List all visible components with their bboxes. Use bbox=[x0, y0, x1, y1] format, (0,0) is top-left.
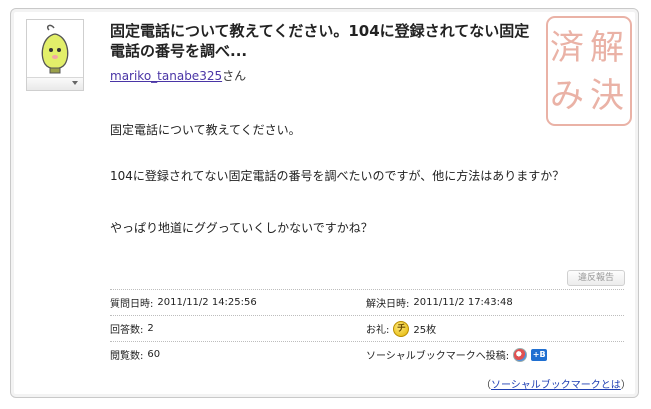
asked-label: 質問日時: bbox=[110, 299, 154, 310]
question-title: 固定電話について教えてください。104に登録されてない固定電話の番号を調べ... bbox=[110, 22, 530, 60]
stamp-char-3: 済 bbox=[550, 28, 584, 68]
reward-label: お礼: bbox=[366, 325, 390, 336]
asked-datetime: 質問日時: 2011/11/2 14:25:56 bbox=[110, 290, 257, 315]
asker-suffix: さん bbox=[222, 69, 247, 83]
bookmark-help-close: ） bbox=[620, 380, 631, 391]
stamp-char-1: 解 bbox=[590, 28, 624, 68]
bookmark-help-link[interactable]: ソーシャルブックマークとは bbox=[491, 380, 621, 391]
asker: mariko_tanabe325さん bbox=[110, 67, 246, 84]
bookmark-label: ソーシャルブックマークへ投稿: bbox=[366, 351, 510, 362]
chevron-down-icon bbox=[72, 81, 78, 85]
report-button[interactable]: 違反報告 bbox=[567, 270, 625, 286]
asker-link[interactable]: mariko_tanabe325 bbox=[110, 69, 222, 83]
body-line-3: やっぱり地道にググっていくしかないですかね？ bbox=[110, 221, 373, 235]
reward-value: 25枚 bbox=[413, 325, 437, 336]
resolved-datetime: 解決日時: 2011/11/2 17:43:48 bbox=[366, 290, 513, 315]
view-count: 閲覧数: 60 bbox=[110, 342, 160, 367]
reward: お礼: チ 25枚 bbox=[366, 316, 436, 341]
body-line-1: 固定電話について教えてください。 bbox=[110, 123, 301, 137]
resolved-stamp: 解 決 済 み bbox=[546, 16, 632, 126]
question-card: 固定電話について教えてください。104に登録されてない固定電話の番号を調べ...… bbox=[10, 8, 639, 398]
question-info-table: 質問日時: 2011/11/2 14:25:56 解決日時: 2011/11/2… bbox=[110, 289, 624, 367]
info-row-answers: 回答数: 2 お礼: チ 25枚 bbox=[110, 316, 624, 342]
social-bookmark: ソーシャルブックマークへ投稿: +B bbox=[366, 342, 548, 367]
stamp-char-4: み bbox=[550, 76, 584, 116]
stamp-char-2: 決 bbox=[590, 76, 624, 116]
answer-count: 回答数: 2 bbox=[110, 316, 154, 341]
asked-value: 2011/11/2 14:25:56 bbox=[157, 297, 257, 308]
bookmark-help-open: （ bbox=[481, 380, 491, 391]
avatar-dropdown[interactable] bbox=[27, 77, 83, 90]
resolved-label: 解決日時: bbox=[366, 299, 410, 310]
info-row-views: 閲覧数: 60 ソーシャルブックマークへ投稿: +B bbox=[110, 342, 624, 367]
answers-label: 回答数: bbox=[110, 325, 144, 336]
views-value: 60 bbox=[147, 349, 161, 360]
hatena-bookmark-icon[interactable]: +B bbox=[531, 348, 548, 361]
bulb-character-icon bbox=[41, 24, 69, 74]
resolved-value: 2011/11/2 17:43:48 bbox=[413, 297, 513, 308]
body-line-2: 104に登録されてない固定電話の番号を調べたいのですが、他に方法はありますか？ bbox=[110, 169, 565, 183]
bookmark-service-icon[interactable] bbox=[513, 347, 528, 362]
answers-value: 2 bbox=[147, 323, 154, 334]
info-row-dates: 質問日時: 2011/11/2 14:25:56 解決日時: 2011/11/2… bbox=[110, 290, 624, 316]
views-label: 閲覧数: bbox=[110, 351, 144, 362]
bookmark-help: （ソーシャルブックマークとは） bbox=[481, 376, 631, 391]
avatar[interactable] bbox=[26, 19, 84, 91]
chiebukuro-coin-icon: チ bbox=[393, 320, 410, 337]
